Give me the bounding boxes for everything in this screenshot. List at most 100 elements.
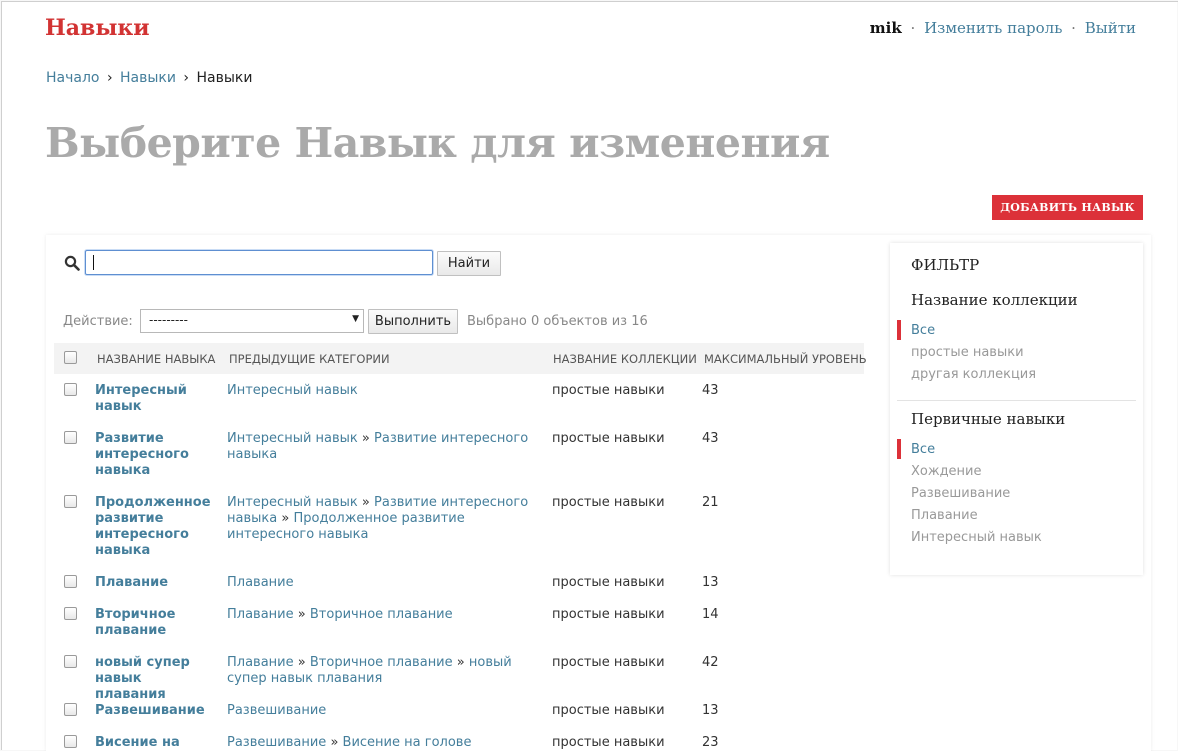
max-level-cell: 21 <box>702 495 719 510</box>
prev-categories-cell: Плавание » Вторичное плавание <box>227 607 545 623</box>
prev-category-link[interactable]: Висение на голове <box>343 735 472 750</box>
max-level-cell: 13 <box>702 703 719 718</box>
prev-category-link[interactable]: Интересный навык <box>227 431 358 446</box>
filter-primary-walking[interactable]: Хождение <box>911 464 982 479</box>
filter-selected-indicator <box>897 439 901 459</box>
category-separator: » <box>297 607 306 622</box>
prev-category-link[interactable]: Плавание <box>227 607 294 622</box>
chevron-down-icon: ▼ <box>352 314 359 324</box>
page: Навыки mik · Изменить пароль · Выйти Нач… <box>1 1 1178 751</box>
filter-divider <box>897 400 1136 401</box>
text-caret <box>93 255 94 270</box>
column-header-prev-categories[interactable]: ПРЕДЫДУЩИЕ КАТЕГОРИИ <box>229 352 390 366</box>
table-header: НАЗВАНИЕ НАВЫКА ПРЕДЫДУЩИЕ КАТЕГОРИИ НАЗ… <box>54 343 867 374</box>
collection-cell: простые навыки <box>552 575 665 590</box>
search-input[interactable] <box>85 250 433 275</box>
prev-category-link[interactable]: Развешивание <box>227 703 326 718</box>
collection-cell: простые навыки <box>552 607 665 622</box>
filter-collection-other[interactable]: другая коллекция <box>911 367 1036 382</box>
prev-category-link[interactable]: Плавание <box>227 655 294 670</box>
filter-primary-all[interactable]: Все <box>911 442 935 457</box>
breadcrumb-app-link[interactable]: Навыки <box>120 70 176 86</box>
breadcrumb-separator: › <box>183 70 190 86</box>
prev-categories-cell: Развешивание » Висение на голове <box>227 735 545 751</box>
skill-name-link[interactable]: Развитие интересного навыка <box>95 431 215 479</box>
filter-collection-simple[interactable]: простые навыки <box>911 345 1024 360</box>
prev-category-link[interactable]: Интересный навык <box>227 495 358 510</box>
username: mik <box>869 19 902 37</box>
action-counter: Выбрано 0 объектов из 16 <box>467 314 648 329</box>
max-level-cell: 43 <box>702 383 719 398</box>
filter-title: ФИЛЬТР <box>911 256 980 274</box>
prev-categories-cell: Развешивание <box>227 703 545 719</box>
filter-panel: ФИЛЬТР Название коллекции Все простые на… <box>890 243 1143 575</box>
category-separator: » <box>456 655 465 670</box>
prev-category-link[interactable]: Вторичное плавание <box>310 607 453 622</box>
action-label: Действие: <box>63 314 133 329</box>
row-checkbox[interactable] <box>64 703 77 716</box>
prev-category-link[interactable]: Интересный навык <box>227 383 358 398</box>
user-tools: mik · Изменить пароль · Выйти <box>870 19 1136 37</box>
filter-primary-hanging[interactable]: Развешивание <box>911 486 1010 501</box>
prev-category-link[interactable]: Плавание <box>227 575 294 590</box>
row-checkbox[interactable] <box>64 383 77 396</box>
skill-name-link[interactable]: Продолженное развитие интересного навыка <box>95 495 215 559</box>
category-separator: » <box>281 511 290 526</box>
add-skill-button[interactable]: ДОБАВИТЬ НАВЫК <box>992 195 1143 220</box>
skill-name-link[interactable]: Развешивание <box>95 703 215 719</box>
user-tools-separator: · <box>1071 19 1076 37</box>
row-checkbox[interactable] <box>64 495 77 508</box>
skill-name-link[interactable]: Висение на <box>95 735 215 751</box>
logout-link[interactable]: Выйти <box>1085 19 1136 37</box>
collection-cell: простые навыки <box>552 431 665 446</box>
collection-cell: простые навыки <box>552 703 665 718</box>
skill-name-link[interactable]: Плавание <box>95 575 215 591</box>
prev-categories-cell: Интересный навык » Развитие интересного … <box>227 495 545 543</box>
row-checkbox[interactable] <box>64 607 77 620</box>
filter-group-title-collection: Название коллекции <box>911 291 1078 309</box>
collection-cell: простые навыки <box>552 735 665 750</box>
max-level-cell: 14 <box>702 607 719 622</box>
row-checkbox[interactable] <box>64 575 77 588</box>
skill-name-link[interactable]: новый супер навык плавания <box>95 655 215 703</box>
breadcrumb: Начало › Навыки › Навыки <box>46 70 252 86</box>
row-checkbox[interactable] <box>64 431 77 444</box>
breadcrumb-home-link[interactable]: Начало <box>46 70 99 86</box>
breadcrumb-separator: › <box>106 70 113 86</box>
category-separator: » <box>330 735 339 750</box>
prev-category-link[interactable]: Вторичное плавание <box>310 655 453 670</box>
max-level-cell: 43 <box>702 431 719 446</box>
skill-name-link[interactable]: Интересный навык <box>95 383 215 415</box>
change-password-link[interactable]: Изменить пароль <box>924 19 1062 37</box>
column-header-collection[interactable]: НАЗВАНИЕ КОЛЛЕКЦИИ <box>553 352 697 366</box>
search-button[interactable]: Найти <box>437 251 501 276</box>
action-select[interactable]: --------- ▼ <box>140 309 364 333</box>
prev-categories-cell: Плавание » Вторичное плавание » новый су… <box>227 655 545 687</box>
row-checkbox[interactable] <box>64 735 77 748</box>
run-action-button[interactable]: Выполнить <box>368 309 458 334</box>
category-separator: » <box>361 431 370 446</box>
category-separator: » <box>297 655 306 670</box>
row-checkbox[interactable] <box>64 655 77 668</box>
filter-primary-interesting[interactable]: Интересный навык <box>911 530 1042 545</box>
prev-category-link[interactable]: Развешивание <box>227 735 326 750</box>
category-separator: » <box>361 495 370 510</box>
collection-cell: простые навыки <box>552 383 665 398</box>
max-level-cell: 42 <box>702 655 719 670</box>
select-all-checkbox[interactable] <box>64 351 77 364</box>
skill-name-link[interactable]: Вторичное плавание <box>95 607 215 639</box>
max-level-cell: 13 <box>702 575 719 590</box>
action-select-value: --------- <box>149 313 188 327</box>
filter-collection-all[interactable]: Все <box>911 323 935 338</box>
site-brand[interactable]: Навыки <box>45 15 150 41</box>
filter-group-title-primary: Первичные навыки <box>911 410 1066 428</box>
prev-categories-cell: Плавание <box>227 575 545 591</box>
column-header-name[interactable]: НАЗВАНИЕ НАВЫКА <box>97 352 215 366</box>
prev-categories-cell: Интересный навык » Развитие интересного … <box>227 431 545 463</box>
collection-cell: простые навыки <box>552 495 665 510</box>
prev-categories-cell: Интересный навык <box>227 383 545 399</box>
collection-cell: простые навыки <box>552 655 665 670</box>
column-header-max-level[interactable]: МАКСИМАЛЬНЫЙ УРОВЕНЬ <box>704 352 867 366</box>
breadcrumb-current: Навыки <box>196 70 253 86</box>
filter-primary-swimming[interactable]: Плавание <box>911 508 978 523</box>
